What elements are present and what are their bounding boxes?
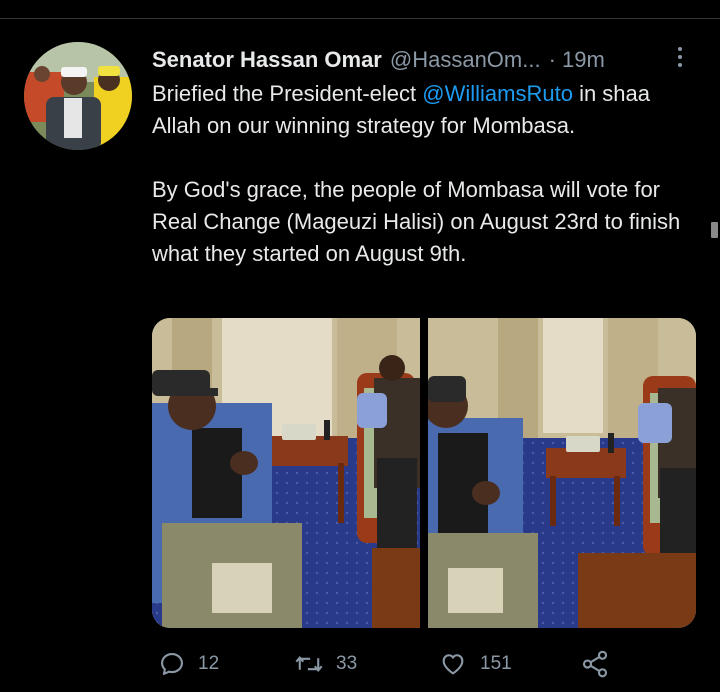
- tweet-paragraph-1: Briefied the President-elect @WilliamsRu…: [152, 78, 700, 142]
- share-button[interactable]: [580, 644, 610, 684]
- tweet-paragraph-2: By God's grace, the people of Mombasa wi…: [152, 177, 681, 266]
- like-button[interactable]: 151: [438, 644, 512, 684]
- media-photo-2[interactable]: [428, 318, 696, 628]
- reply-button[interactable]: 12: [158, 644, 219, 684]
- share-icon: [582, 650, 608, 678]
- retweet-button[interactable]: 33: [294, 644, 357, 684]
- more-dot: [678, 47, 682, 51]
- retweet-count: 33: [336, 653, 358, 674]
- avatar-photo: [24, 42, 132, 150]
- tweet-media[interactable]: [152, 318, 696, 628]
- reply-count: 12: [198, 653, 220, 674]
- like-count: 151: [480, 653, 512, 674]
- top-divider: [0, 18, 720, 19]
- reply-icon: [161, 653, 183, 675]
- photo-meeting-1: [152, 318, 420, 628]
- tweet-text: Briefied the President-elect @WilliamsRu…: [152, 78, 700, 270]
- tweet-timestamp[interactable]: · 19m: [549, 47, 605, 73]
- media-photo-1[interactable]: [152, 318, 420, 628]
- author-name[interactable]: Senator Hassan Omar: [152, 47, 382, 73]
- text-segment: Briefied the President-elect: [152, 81, 423, 106]
- heart-icon: [442, 654, 464, 675]
- author-avatar[interactable]: [24, 42, 132, 150]
- retweet-icon: [295, 656, 323, 672]
- scrollbar-thumb[interactable]: [711, 222, 718, 238]
- mention-link[interactable]: @WilliamsRuto: [422, 81, 573, 106]
- photo-meeting-2: [428, 318, 696, 628]
- more-dot: [678, 63, 682, 67]
- tweet-header: Senator Hassan Omar @HassanOm... · 19m: [152, 44, 692, 76]
- more-dot: [678, 55, 682, 59]
- author-handle[interactable]: @HassanOm...: [390, 47, 541, 73]
- more-vertical-icon[interactable]: [670, 41, 690, 73]
- tweet-actions: 12 33 151: [152, 644, 622, 684]
